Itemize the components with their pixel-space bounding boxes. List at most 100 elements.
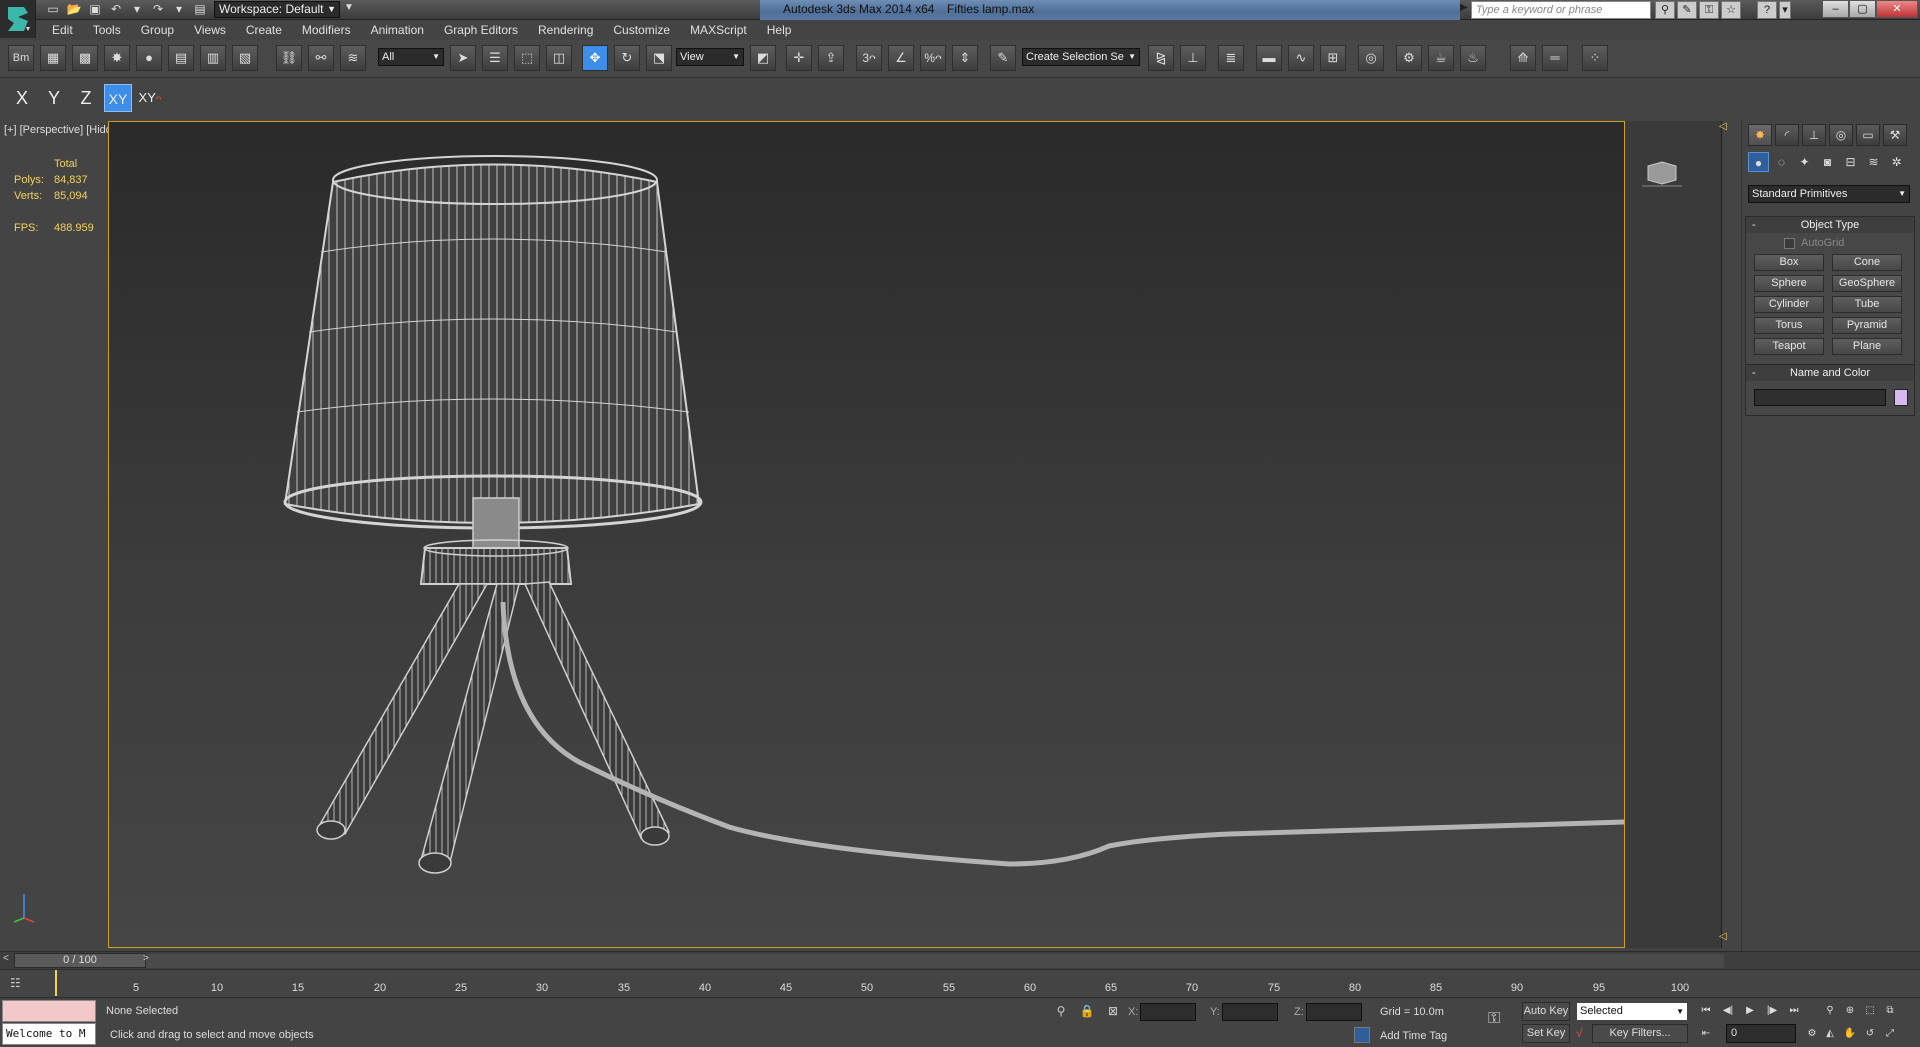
- app-menu-button[interactable]: [0, 0, 36, 38]
- zoom-extents-icon[interactable]: ⬚: [1860, 1001, 1880, 1020]
- search-expand-icon[interactable]: ▶: [1460, 2, 1468, 13]
- select-by-name-icon[interactable]: ☰: [482, 45, 508, 71]
- render-frame-icon[interactable]: ▥: [200, 45, 226, 71]
- light-icon[interactable]: ✸: [104, 45, 130, 71]
- set-keys-icon[interactable]: ⚿: [1488, 1010, 1500, 1028]
- percent-snap-icon[interactable]: %ᴖ: [920, 45, 946, 71]
- select-move-icon[interactable]: ✥: [582, 45, 608, 71]
- render-setup-teapot-icon[interactable]: ⚙: [1396, 45, 1422, 71]
- minimize-button[interactable]: –: [1822, 0, 1849, 18]
- bind-space-warp-icon[interactable]: ≋: [340, 45, 366, 71]
- key-mode-dropdown[interactable]: Selected ▼: [1576, 1002, 1688, 1021]
- pan-icon[interactable]: ✋: [1840, 1024, 1860, 1043]
- project-folder-icon[interactable]: ▤: [191, 1, 209, 18]
- layer-manager-icon[interactable]: ≣: [1218, 45, 1244, 71]
- set-key-button[interactable]: Set Key: [1522, 1024, 1570, 1043]
- constrain-x-button[interactable]: X: [8, 84, 36, 112]
- unlink-icon[interactable]: ⚯: [308, 45, 334, 71]
- select-scale-icon[interactable]: ⬔: [646, 45, 672, 71]
- time-slider-thumb[interactable]: 0 / 100: [14, 953, 146, 968]
- time-tag-icon[interactable]: [1354, 1027, 1370, 1043]
- ribbon-icon[interactable]: ▬: [1256, 45, 1282, 71]
- go-to-end-icon[interactable]: ⏭: [1784, 1001, 1804, 1020]
- zoom-extents-all-icon[interactable]: ⧉: [1880, 1001, 1900, 1020]
- prev-frame-arrow-icon[interactable]: <: [3, 953, 9, 964]
- menu-customize[interactable]: Customize: [603, 20, 680, 40]
- object-color-swatch[interactable]: [1894, 389, 1908, 406]
- reference-coord-dropdown[interactable]: View ▼: [676, 48, 744, 66]
- binoculars-icon[interactable]: ⚲: [1655, 1, 1675, 19]
- play-icon[interactable]: ▶: [1740, 1001, 1760, 1020]
- zoom-icon[interactable]: ⚲: [1820, 1001, 1840, 1020]
- maximize-viewport-icon[interactable]: ⤢: [1880, 1024, 1900, 1043]
- menu-create[interactable]: Create: [236, 20, 292, 40]
- plane-button[interactable]: Plane: [1832, 338, 1902, 355]
- rect-selection-icon[interactable]: ⬚: [514, 45, 540, 71]
- ruler-tool-icon[interactable]: ═: [1542, 45, 1568, 71]
- object-type-header[interactable]: - Object Type: [1746, 217, 1914, 233]
- time-config-icon[interactable]: ⚙: [1802, 1024, 1822, 1043]
- edit-named-selection-icon[interactable]: ✎: [990, 45, 1016, 71]
- x-coordinate-field[interactable]: [1140, 1003, 1196, 1021]
- select-rotate-icon[interactable]: ↻: [614, 45, 640, 71]
- menu-views[interactable]: Views: [184, 20, 236, 40]
- shapes-icon[interactable]: ◌: [1771, 152, 1792, 172]
- menu-maxscript[interactable]: MAXScript: [680, 20, 757, 40]
- autogrid-checkbox[interactable]: AutoGrid: [1784, 237, 1844, 249]
- bitmap-icon[interactable]: Bm: [8, 45, 34, 71]
- menu-group[interactable]: Group: [131, 20, 184, 40]
- teapot-button[interactable]: Teapot: [1754, 338, 1824, 355]
- go-to-start-icon[interactable]: ⏮: [1696, 1001, 1716, 1020]
- previous-frame-icon[interactable]: ◀|: [1718, 1001, 1738, 1020]
- menu-help[interactable]: Help: [757, 20, 802, 40]
- spinner-snap-icon[interactable]: ⇕: [952, 45, 978, 71]
- perspective-viewport[interactable]: [108, 121, 1625, 948]
- render-teapot-icon[interactable]: ♨: [1460, 45, 1486, 71]
- material-editor-icon[interactable]: ▦: [40, 45, 66, 71]
- next-frame-icon[interactable]: |▶: [1762, 1001, 1782, 1020]
- maxscript-mini-listener-pink[interactable]: [2, 1000, 96, 1022]
- display-tab-icon[interactable]: ▭: [1856, 124, 1880, 146]
- track-bar[interactable]: ☷ 5 10 15 20 25 30 35 40 45 50 55 60 65 …: [0, 969, 1920, 997]
- utilities-tab-icon[interactable]: ⚒: [1883, 124, 1907, 146]
- favorites-star-icon[interactable]: ☆: [1721, 1, 1741, 19]
- geometry-icon[interactable]: ●: [1748, 152, 1769, 172]
- select-object-icon[interactable]: ➤: [450, 45, 476, 71]
- tube-button[interactable]: Tube: [1832, 296, 1902, 313]
- save-file-icon[interactable]: ▣: [86, 1, 104, 18]
- primitive-category-dropdown[interactable]: Standard Primitives ▼: [1748, 185, 1910, 203]
- menu-graph-editors[interactable]: Graph Editors: [434, 20, 528, 40]
- absolute-mode-icon[interactable]: ⊠: [1104, 1004, 1122, 1020]
- key-filters-button[interactable]: Key Filters...: [1592, 1024, 1688, 1043]
- pyramid-button[interactable]: Pyramid: [1832, 317, 1902, 334]
- close-button[interactable]: ✕: [1876, 0, 1918, 18]
- hierarchy-tab-icon[interactable]: ⊥: [1802, 124, 1826, 146]
- customize-qa-icon[interactable]: ▼: [344, 2, 354, 13]
- modify-tab-icon[interactable]: ◜: [1775, 124, 1799, 146]
- constrain-y-button[interactable]: Y: [40, 84, 68, 112]
- selection-filter-dropdown[interactable]: All ▼: [378, 48, 444, 66]
- auto-key-button[interactable]: Auto Key: [1522, 1002, 1570, 1021]
- menu-modifiers[interactable]: Modifiers: [292, 20, 361, 40]
- select-link-icon[interactable]: ⛓: [276, 45, 302, 71]
- keyboard-shortcut-icon[interactable]: ⇪: [818, 45, 844, 71]
- cycle-xy-button[interactable]: XYᴖ: [136, 84, 164, 112]
- object-name-input[interactable]: [1754, 389, 1886, 406]
- current-frame-field[interactable]: 0: [1726, 1024, 1796, 1043]
- menu-rendering[interactable]: Rendering: [528, 20, 603, 40]
- next-frame-arrow-icon[interactable]: >: [143, 953, 149, 964]
- y-coordinate-field[interactable]: [1222, 1003, 1278, 1021]
- systems-icon[interactable]: ✲: [1886, 152, 1907, 172]
- lights-icon[interactable]: ✦: [1794, 152, 1815, 172]
- key-tangent-icon[interactable]: √: [1576, 1026, 1583, 1040]
- rendered-frame-teapot-icon[interactable]: ☕: [1428, 45, 1454, 71]
- render-setup-icon[interactable]: ▤: [168, 45, 194, 71]
- max-script-icon[interactable]: ▩: [72, 45, 98, 71]
- align-icon[interactable]: ⊥: [1180, 45, 1206, 71]
- undo-icon[interactable]: ↶: [107, 1, 125, 18]
- z-coordinate-field[interactable]: [1306, 1003, 1362, 1021]
- selection-lock-icon[interactable]: 🔒: [1078, 1004, 1096, 1020]
- open-file-icon[interactable]: 📂: [65, 1, 83, 18]
- select-manipulate-icon[interactable]: ✛: [786, 45, 812, 71]
- mirror-icon[interactable]: ⧎: [1148, 45, 1174, 71]
